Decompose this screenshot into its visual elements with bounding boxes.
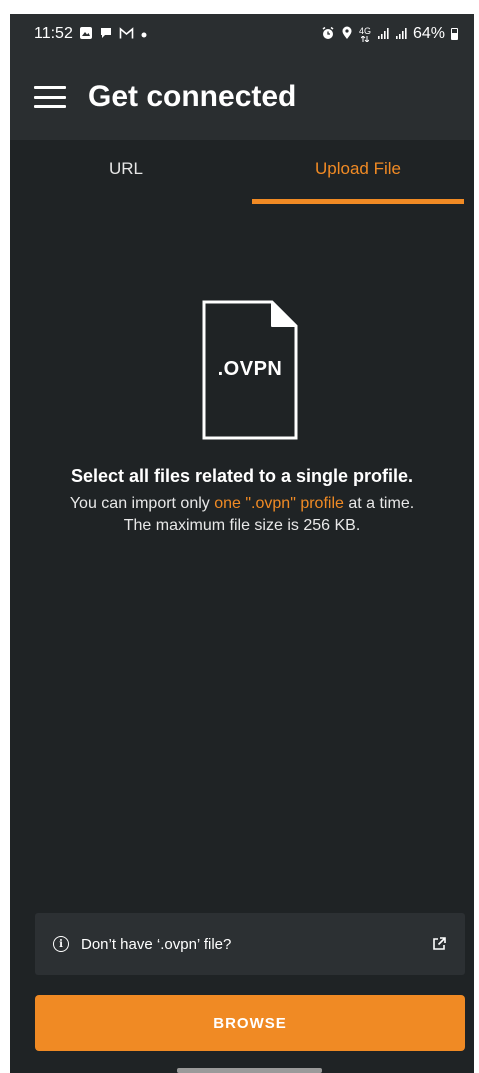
tab-bar: URL Upload File [10,140,474,204]
tab-url[interactable]: URL [10,140,242,204]
hamburger-menu-icon[interactable] [34,86,66,108]
status-bar-left: 11:52 [34,25,148,43]
hamburger-line [34,86,66,89]
page-title: Get connected [88,80,297,113]
status-time: 11:52 [34,25,73,42]
battery-icon [451,28,458,40]
tab-upload-file[interactable]: Upload File [242,140,474,204]
upload-instructions: Select all files related to a single pro… [10,466,474,537]
hamburger-line [34,95,66,99]
info-icon: i [53,936,69,952]
gallery-icon [79,26,93,42]
network-type: 4G [358,25,371,36]
alarm-icon [321,26,335,42]
file-type-label: .OVPN [217,358,283,380]
document-icon: .OVPN [202,300,298,440]
external-link-icon[interactable] [431,936,447,952]
gmail-icon [119,26,134,42]
instructions-accent-text: one ".ovpn" profile [214,495,344,512]
instructions-line-1-prefix: You can import only [69,495,215,512]
browse-button[interactable]: BROWSE [35,995,465,1051]
location-icon [341,26,353,42]
hamburger-line [34,105,66,108]
status-bar-right: 4G 64% [321,25,458,43]
hint-text: Don’t have ‘.ovpn’ file? [81,935,232,953]
no-ovpn-file-link[interactable]: i Don’t have ‘.ovpn’ file? [35,913,465,975]
status-bar: 11:52 4G 64% [10,14,474,54]
instructions-line-1-suffix: at a time. [343,495,415,512]
instructions-line-1: You can import only one ".ovpn" profile … [10,493,474,515]
instructions-title: Select all files related to a single pro… [70,466,414,486]
network-4g-icon: 4G [358,25,371,42]
instructions-line-2: The maximum file size is 256 KB. [123,517,361,534]
dot-icon [140,28,148,41]
app-bar: Get connected [10,54,474,140]
signal-icon [377,27,389,41]
home-indicator[interactable] [177,1068,322,1073]
chat-icon [99,26,113,42]
signal-icon [395,27,407,41]
battery-percent: 64% [412,25,445,42]
phone-screen: 11:52 4G 64% Get connected URL Upload Fi… [10,14,474,1073]
